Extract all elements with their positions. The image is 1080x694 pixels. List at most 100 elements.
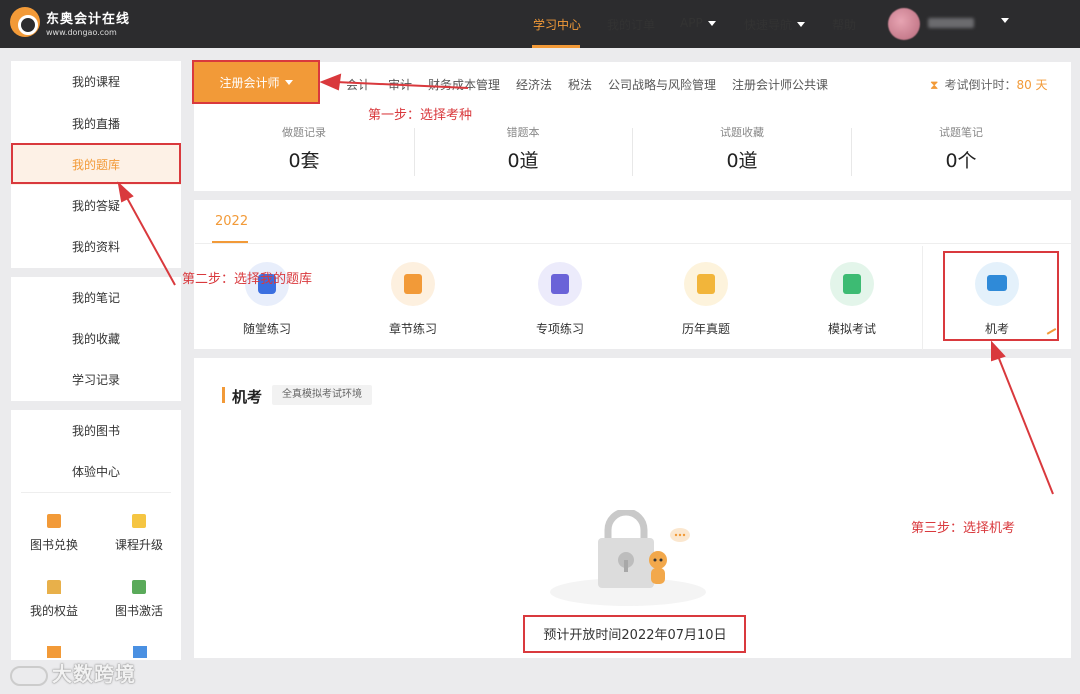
column-divider xyxy=(922,246,923,350)
username-blurred[interactable] xyxy=(928,18,974,28)
stat-label: 试题收藏 xyxy=(720,126,764,139)
sidebar-item-favorites[interactable]: 我的收藏 xyxy=(11,319,181,360)
tool-book-activate-label: 图书激活 xyxy=(114,604,163,618)
stat-value: 0套 xyxy=(288,150,320,172)
section-tag: 全真模拟考试环境 xyxy=(272,385,372,405)
subject-tab-tax-law[interactable]: 税法 xyxy=(568,76,592,93)
annotation-step2: 第二步：选择我的题库 xyxy=(182,272,313,287)
brand-logo[interactable]: 东奥会计在线 www.dongao.com xyxy=(10,7,130,37)
hourglass-icon: ⧗ xyxy=(930,78,939,92)
chevron-down-icon xyxy=(707,20,716,26)
tool-course-upgrade-label: 课程升级 xyxy=(114,538,163,552)
tool-my-rights-label: 我的权益 xyxy=(29,604,78,618)
practice-label: 专项练习 xyxy=(535,322,584,336)
logo-icon xyxy=(10,7,40,37)
subject-tab-financial-cost[interactable]: 财务成本管理 xyxy=(428,76,500,93)
practice-label: 模拟考试 xyxy=(827,322,876,336)
nav-study-center[interactable]: 学习中心 xyxy=(533,16,581,33)
sidebar-item-study-records[interactable]: 学习记录 xyxy=(11,360,181,401)
subject-tab-public-course[interactable]: 注册会计师公共课 xyxy=(732,76,828,93)
avatar[interactable] xyxy=(888,8,920,40)
stat-wrong-questions[interactable]: 错题本 0道 xyxy=(414,124,632,173)
sidebar-item-my-books[interactable]: 我的图书 xyxy=(11,410,181,452)
brand-name: 东奥会计在线 xyxy=(46,11,131,27)
nav-help[interactable]: 帮助 xyxy=(832,16,856,33)
annotation-box-question-bank xyxy=(11,143,181,184)
watermark-logo-icon xyxy=(10,665,48,686)
practice-label: 随堂练习 xyxy=(242,322,291,336)
book-icon xyxy=(391,262,435,306)
countdown-label: 考试倒计时： xyxy=(944,78,1017,92)
sidebar-item-experience-center[interactable]: 体验中心 xyxy=(11,452,181,493)
annotation-step1: 第一步：选择考种 xyxy=(368,108,473,123)
section-accent-bar xyxy=(222,387,225,403)
top-navbar: 东奥会计在线 www.dongao.com 学习中心 我的订单 APP 快速导航… xyxy=(0,0,1080,48)
stat-practice-records[interactable]: 做题记录 0套 xyxy=(195,124,413,173)
annotation-box-open-date xyxy=(523,615,746,653)
sidebar-item-notes[interactable]: 我的笔记 xyxy=(11,277,181,319)
star-badge-icon xyxy=(684,262,728,306)
tool-book-exchange-label: 图书兑换 xyxy=(29,538,78,552)
subject-tab-audit[interactable]: 审计 xyxy=(388,76,412,93)
book-icon xyxy=(47,646,61,658)
practice-label: 历年真题 xyxy=(681,322,730,336)
exchange-icon xyxy=(47,514,61,528)
stat-value: 0道 xyxy=(726,150,758,172)
annotation-box-exam-type xyxy=(192,60,320,104)
practice-chapter[interactable]: 章节练习 xyxy=(353,262,473,337)
checklist-icon xyxy=(538,262,582,306)
section-title: 机考 xyxy=(232,388,263,406)
nav-quick-nav-label: 快速导航 xyxy=(744,18,793,32)
sidebar-item-qa[interactable]: 我的答疑 xyxy=(11,185,181,227)
year-divider xyxy=(195,243,1071,244)
sidebar-item-materials[interactable]: 我的资料 xyxy=(11,227,181,268)
annotation-box-machine-exam xyxy=(943,251,1059,341)
sidebar-divider xyxy=(21,492,171,493)
watermark: 大数跨境 xyxy=(10,658,136,687)
tool-book-activate[interactable]: 图书激活 xyxy=(99,580,179,619)
activate-icon xyxy=(132,580,146,594)
chevron-down-icon xyxy=(797,22,806,27)
countdown-days: 80 天 xyxy=(1016,78,1048,92)
subject-tab-accounting[interactable]: 会计 xyxy=(346,76,370,93)
nav-study-center-label: 学习中心 xyxy=(533,18,582,32)
brand-url: www.dongao.com xyxy=(46,27,117,37)
nav-my-orders[interactable]: 我的订单 xyxy=(607,16,655,33)
stat-label: 做题记录 xyxy=(282,126,326,139)
year-tab-2022[interactable]: 2022 xyxy=(215,214,248,229)
practice-label: 章节练习 xyxy=(388,322,437,336)
nav-help-label: 帮助 xyxy=(832,18,857,32)
practice-special[interactable]: 专项练习 xyxy=(500,262,620,337)
practice-past-exams[interactable]: 历年真题 xyxy=(646,262,766,337)
watermark-text: 大数跨境 xyxy=(52,662,136,686)
stat-value: 0个 xyxy=(945,150,977,172)
sidebar-item-courses[interactable]: 我的课程 xyxy=(11,61,181,103)
subject-tab-strategy[interactable]: 公司战略与风险管理 xyxy=(608,76,716,93)
nav-my-orders-label: 我的订单 xyxy=(607,18,656,32)
tool-course-upgrade[interactable]: 课程升级 xyxy=(99,514,179,553)
stat-value: 0道 xyxy=(507,150,539,172)
practice-mock-exam[interactable]: 模拟考试 xyxy=(792,262,912,337)
lock-illustration xyxy=(550,510,706,606)
upgrade-icon xyxy=(132,514,146,528)
nav-quick-nav[interactable]: 快速导航 xyxy=(744,16,806,33)
annotation-step3: 第三步：选择机考 xyxy=(911,521,1016,536)
user-menu-chevron-icon[interactable] xyxy=(1001,18,1009,23)
nav-app[interactable]: APP xyxy=(680,16,716,30)
document-icon xyxy=(133,646,147,658)
sidebar-item-live[interactable]: 我的直播 xyxy=(11,103,181,145)
clipboard-icon xyxy=(830,262,874,306)
subject-tab-economic-law[interactable]: 经济法 xyxy=(516,76,552,93)
stat-favorites[interactable]: 试题收藏 0道 xyxy=(633,124,851,173)
nav-app-label: APP xyxy=(680,16,703,30)
tool-my-rights[interactable]: 我的权益 xyxy=(14,580,94,619)
stat-label: 试题笔记 xyxy=(939,126,983,139)
sidebar-group-books: 我的图书 体验中心 图书兑换 课程升级 我的权益 图书激活 xyxy=(11,410,181,660)
nav-active-indicator xyxy=(532,45,580,48)
tool-book-exchange[interactable]: 图书兑换 xyxy=(14,514,94,553)
sidebar-group-records: 我的笔记 我的收藏 学习记录 xyxy=(11,277,181,401)
stat-label: 错题本 xyxy=(506,126,540,139)
stat-notes[interactable]: 试题笔记 0个 xyxy=(852,124,1070,173)
exam-countdown: ⧗ 考试倒计时：80 天 xyxy=(930,76,1048,93)
crown-icon xyxy=(47,580,61,594)
